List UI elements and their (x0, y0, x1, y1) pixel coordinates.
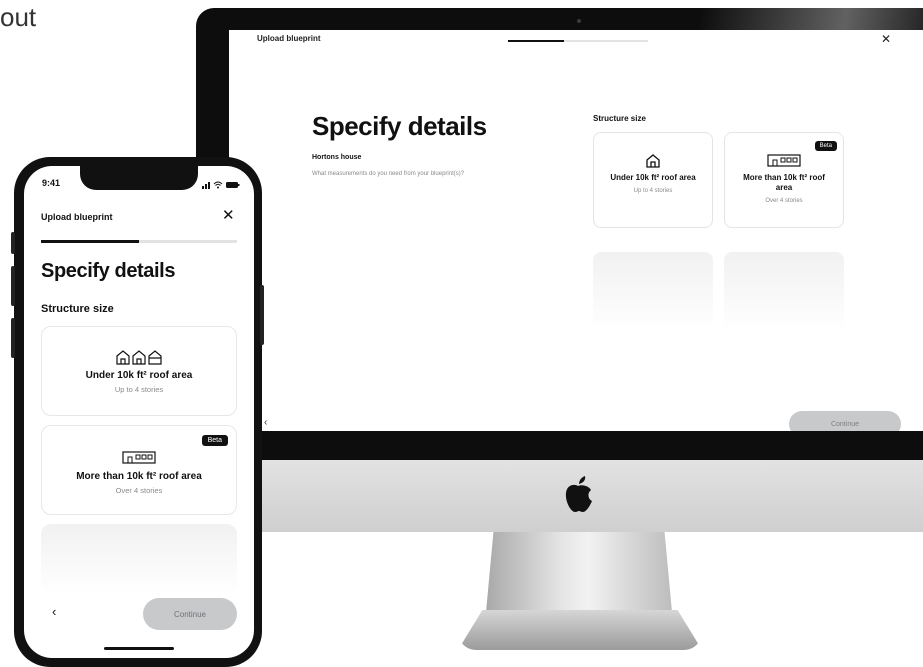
beta-badge: Beta (201, 435, 228, 446)
chevron-left-icon[interactable]: ‹ (52, 604, 56, 619)
placeholder-card (593, 252, 713, 332)
corner-text: out (0, 2, 37, 32)
volume-button (11, 232, 15, 254)
camera-dot (577, 19, 581, 23)
progress-fill (41, 240, 139, 243)
option-subtitle: Up to 4 stories (114, 385, 164, 394)
option-under-10k[interactable]: Under 10k ft² roof area Up to 4 stories (41, 326, 237, 416)
window-title: Upload blueprint (257, 34, 321, 43)
option-subtitle: Over 4 stories (765, 198, 803, 204)
imac-chin (196, 460, 923, 532)
close-icon[interactable]: ✕ (222, 206, 235, 224)
continue-button[interactable]: Continue (789, 411, 901, 431)
desktop-screen: Upload blueprint ✕ Specify details Horto… (229, 30, 923, 431)
building-icon (725, 153, 843, 169)
apple-logo-icon (562, 474, 594, 514)
option-title: More than 10k ft² roof area (743, 173, 825, 192)
section-label: Structure size (41, 303, 114, 315)
progress-bar (508, 40, 648, 42)
close-icon[interactable]: ✕ (881, 32, 891, 46)
page-title: Specify details (312, 111, 487, 141)
imac-stand-neck (486, 532, 672, 612)
placeholder-card (724, 252, 844, 332)
continue-button[interactable]: Continue (143, 598, 237, 630)
phone-screen: 9:41 Upload blueprint ✕ Specify details … (24, 166, 254, 658)
section-label: Structure size (593, 114, 646, 123)
option-title: Under 10k ft² roof area (85, 370, 193, 381)
option-under-10k[interactable]: Under 10k ft² roof area Up to 4 stories (593, 132, 713, 228)
progress-fill (508, 40, 564, 42)
imac-stand-base (458, 610, 702, 650)
beta-badge: Beta (814, 141, 837, 151)
option-title: More than 10k ft² roof area (76, 471, 202, 482)
house-icon (594, 153, 712, 169)
option-over-10k[interactable]: Beta More than 10k ft² roof area Over 4 … (41, 425, 237, 515)
status-icons (202, 177, 240, 189)
volume-button (11, 266, 15, 306)
houses-icon (42, 349, 236, 365)
volume-button (11, 318, 15, 358)
header-title: Upload blueprint (41, 212, 113, 222)
status-time: 9:41 (42, 178, 61, 188)
project-name: Hortons house (312, 154, 362, 161)
chevron-left-icon[interactable]: ‹ (264, 417, 267, 428)
option-subtitle: Over 4 stories (115, 486, 163, 495)
power-button (260, 285, 264, 345)
placeholder-card (41, 524, 237, 594)
phone-notch (80, 166, 198, 190)
option-title: Under 10k ft² roof area (610, 173, 696, 182)
question-text: What measurements do you need from your … (312, 171, 465, 177)
option-over-10k[interactable]: Beta More than 10k ft² roof area Over 4 … (724, 132, 844, 228)
progress-bar (41, 240, 237, 243)
option-subtitle: Up to 4 stories (633, 188, 673, 194)
page-title: Specify details (41, 260, 176, 282)
building-icon (42, 450, 236, 466)
home-indicator (104, 647, 174, 650)
